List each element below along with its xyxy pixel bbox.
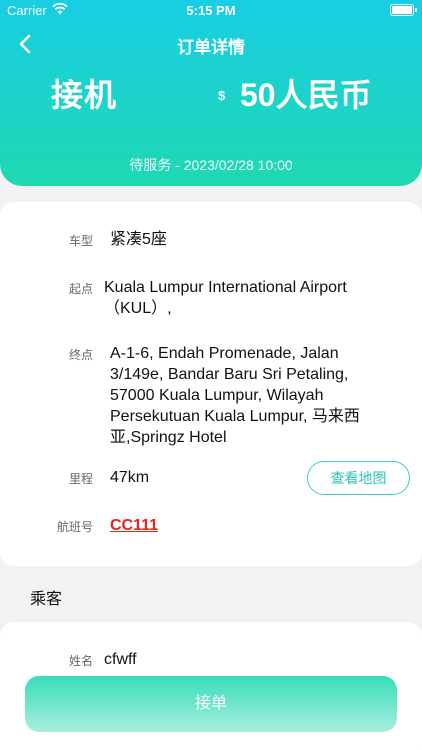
passenger-section-title: 乘客 [30,591,63,608]
origin-label: 起点 [69,282,94,296]
destination-label: 终点 [69,348,94,362]
passenger-name-value: cfwff [104,651,137,668]
car-type-label: 车型 [69,234,94,248]
order-details-card: 车型 紧凑5座 起点 Kuala Lumpur International Ai… [0,202,422,566]
page-title: 订单详情 [177,38,245,57]
passenger-name-label: 姓名 [69,654,94,668]
car-type-value: 紧凑5座 [110,231,167,248]
distance-label: 里程 [69,472,94,486]
status-time: 5:15 PM [186,3,236,18]
view-map-button[interactable]: 查看地图 [307,461,410,495]
service-type: 接机 [51,77,118,113]
currency-symbol: $ [218,88,226,103]
origin-value: Kuala Lumpur International Airport（KUL）, [104,279,347,317]
order-status: 待服务 - 2023/02/28 10:00 [129,157,293,173]
status-bar: Carrier 5:15 PM [0,0,422,22]
battery-icon [390,4,417,16]
destination-value: A-1-6, Endah Promenade, Jalan 3/149e, Ba… [110,345,360,446]
order-header: Carrier 5:15 PM 订单详情 接机 $ 50人民币 待服务 - 20… [0,0,422,186]
accept-order-button[interactable]: 接单 [25,676,397,732]
flight-number-link[interactable]: CC111 [110,515,158,536]
order-price: 50人民币 [240,77,372,113]
distance-value: 47km [110,469,150,486]
flight-label: 航班号 [57,520,94,534]
